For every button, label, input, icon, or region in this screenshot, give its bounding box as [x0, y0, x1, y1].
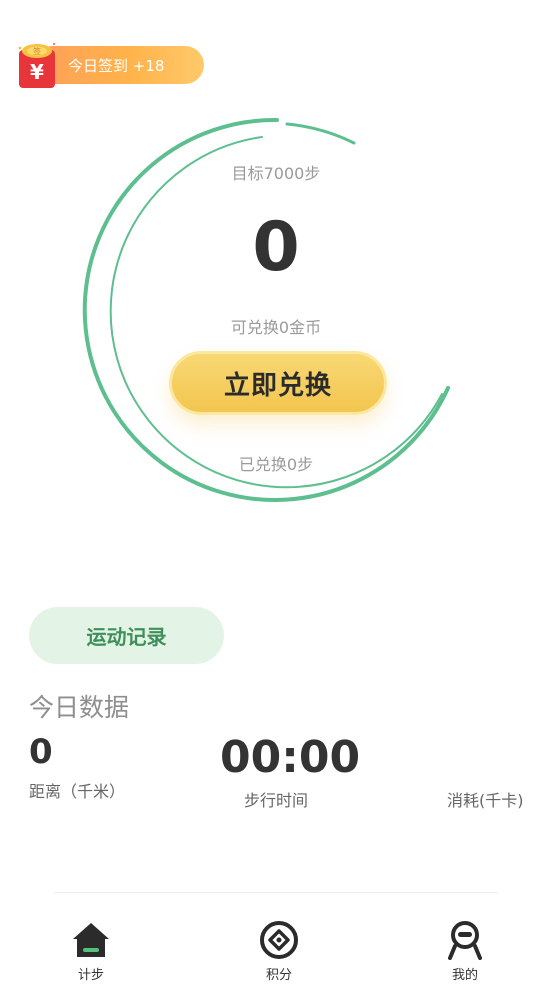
svg-text:签: 签 — [33, 46, 41, 56]
nav-label-mine: 我的 — [451, 968, 478, 983]
nav-divider — [54, 892, 498, 893]
coin-icon — [260, 921, 298, 959]
calories-label: 消耗(千卡) — [447, 791, 524, 810]
nav-label-steps: 计步 — [77, 968, 104, 983]
house-icon — [73, 923, 109, 957]
walk-time-value: 00:00 — [220, 732, 361, 783]
exercise-record-button[interactable]: 运动记录 — [29, 607, 224, 664]
redeem-now-button[interactable]: 立即兑换 — [169, 351, 387, 415]
nav-label-points: 积分 — [265, 968, 292, 983]
daily-signin-badge[interactable]: 今日签到 +18 签 ¥ — [14, 40, 204, 92]
profile-icon — [448, 921, 482, 960]
svg-text:¥: ¥ — [30, 60, 44, 84]
redeemable-coins-text: 可兑换0金币 — [230, 318, 322, 337]
nav-tab-points[interactable]: 积分 — [234, 920, 324, 986]
today-data-title: 今日数据 — [29, 693, 130, 722]
nav-tab-steps[interactable]: 计步 — [46, 920, 136, 986]
red-envelope-icon: 签 ¥ — [18, 42, 57, 88]
ring-top-arc — [285, 122, 356, 145]
distance-value: 0 — [29, 732, 53, 772]
ring-inner-arc — [109, 136, 443, 489]
redeemed-steps-text: 已兑换0步 — [238, 455, 314, 474]
nav-tab-mine[interactable]: 我的 — [420, 920, 510, 986]
walk-time-label: 步行时间 — [244, 791, 309, 810]
distance-label: 距离（千米） — [29, 782, 126, 801]
step-count-value: 0 — [252, 208, 300, 287]
signin-label: 今日签到 +18 — [68, 57, 165, 75]
step-goal-text: 目标7000步 — [231, 164, 321, 183]
